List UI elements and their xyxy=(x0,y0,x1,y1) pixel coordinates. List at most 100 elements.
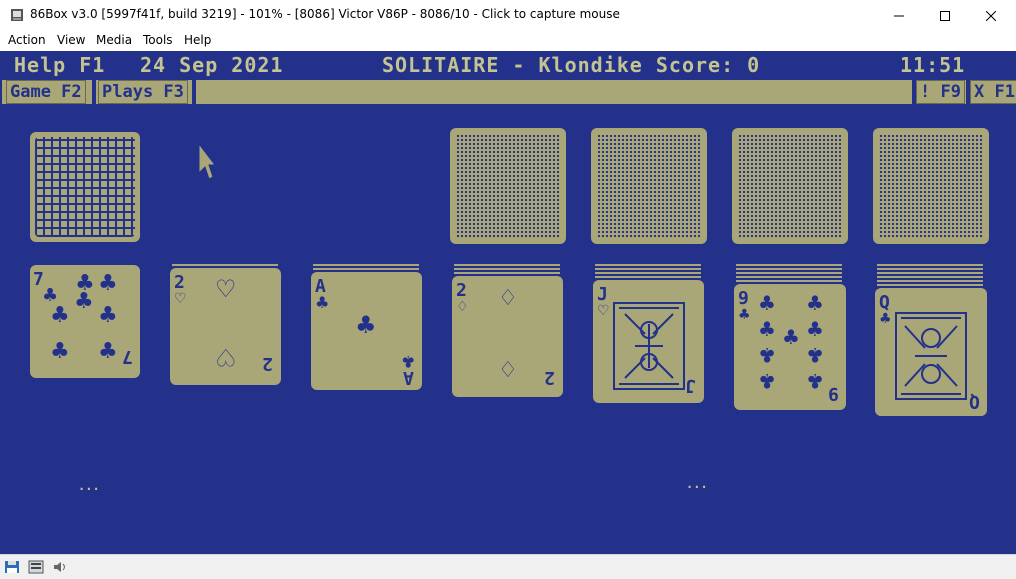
stack-edge xyxy=(877,268,983,270)
club-icon: ♣ xyxy=(355,311,377,339)
stack-edge xyxy=(595,276,701,278)
foundation-pile-1[interactable] xyxy=(450,128,566,244)
foundation-pile-3[interactable] xyxy=(732,128,848,244)
club-icon: ♣ xyxy=(758,317,776,341)
stack-edge xyxy=(736,280,842,282)
tableau-card-4[interactable]: 2 ♢ ♢ ♢ 2 xyxy=(452,276,563,397)
club-icon: ♣ xyxy=(879,311,892,327)
card-rank: A xyxy=(403,367,414,388)
hint-button[interactable]: ! F9 xyxy=(916,80,965,104)
foundation-pile-2[interactable] xyxy=(591,128,707,244)
stack-edge xyxy=(454,264,560,266)
club-icon: ♣ xyxy=(758,369,776,393)
dots-mark-right: ... xyxy=(686,477,708,491)
stack-edge xyxy=(313,268,419,270)
card-rank: 2 xyxy=(262,353,273,374)
stack-edge xyxy=(595,268,701,270)
club-icon: ♣ xyxy=(50,303,70,328)
club-icon: ♣ xyxy=(806,291,824,315)
tableau-card-2[interactable]: 2 ♡ ♡ ♡ 2 xyxy=(170,268,281,385)
diamond-icon: ♢ xyxy=(456,299,469,315)
card-rank: Q xyxy=(969,391,980,412)
stack-edge xyxy=(454,268,560,270)
stack-edge xyxy=(595,264,701,266)
menu-tools[interactable]: Tools xyxy=(143,33,173,47)
plays-menu-button[interactable]: Plays F3 xyxy=(98,80,188,104)
solitaire-toolbar: Game F2 Plays F3 ! F9 X F10 xyxy=(2,80,1016,104)
clock-label: 11:51 xyxy=(900,53,966,77)
tableau-card-1[interactable]: 7 ♣ ♣ ♣ ♣ ♣ ♣ ♣ ♣ 7 xyxy=(30,265,140,378)
card-rank: J xyxy=(685,375,696,396)
card-back-pattern xyxy=(35,137,135,237)
tableau-card-3[interactable]: A ♣ ♣ ♣ A xyxy=(311,272,422,390)
stack-edge xyxy=(454,272,560,274)
heart-icon: ♡ xyxy=(215,343,237,371)
network-icon[interactable] xyxy=(28,560,44,574)
stack-edge xyxy=(313,264,419,266)
stock-pile[interactable] xyxy=(30,132,140,242)
club-icon: ♣ xyxy=(806,369,824,393)
club-icon: ♣ xyxy=(806,317,824,341)
jack-face-picture xyxy=(613,302,685,390)
stack-edge xyxy=(736,264,842,266)
menu-bar: Action View Media Tools Help xyxy=(0,31,1016,52)
stack-edge xyxy=(877,272,983,274)
diamond-icon: ♢ xyxy=(498,286,518,311)
club-icon: ♣ xyxy=(74,289,94,314)
stack-edge xyxy=(877,264,983,266)
window-title: 86Box v3.0 [5997f41f, build 3219] - 101%… xyxy=(30,7,620,21)
menu-view[interactable]: View xyxy=(57,33,85,47)
stack-edge xyxy=(595,272,701,274)
exit-button[interactable]: X F10 xyxy=(970,80,1016,104)
tableau-card-5[interactable]: J ♡ J xyxy=(593,280,704,403)
help-label[interactable]: Help F1 xyxy=(14,53,105,77)
close-button[interactable] xyxy=(968,0,1014,31)
stack-edge xyxy=(736,276,842,278)
heart-icon: ♡ xyxy=(597,303,610,319)
menu-help[interactable]: Help xyxy=(184,33,211,47)
mouse-cursor-icon xyxy=(198,143,216,180)
maximize-button[interactable] xyxy=(922,0,968,31)
card-rank: 2 xyxy=(544,367,555,388)
club-icon: ♣ xyxy=(98,303,118,328)
dots-mark-left: ... xyxy=(78,479,100,493)
stack-edge xyxy=(877,276,983,278)
heart-icon: ♡ xyxy=(174,291,187,307)
minimize-icon xyxy=(894,15,904,16)
stack-edge xyxy=(877,284,983,286)
queen-face-picture xyxy=(895,312,967,400)
club-icon: ♣ xyxy=(782,325,800,349)
club-icon: ♣ xyxy=(98,271,118,296)
stack-edge xyxy=(736,268,842,270)
floppy-icon[interactable] xyxy=(4,560,20,574)
maximize-icon xyxy=(940,10,950,21)
stack-edge xyxy=(736,272,842,274)
game-menu-button[interactable]: Game F2 xyxy=(6,80,86,104)
date-label: 24 Sep 2021 xyxy=(140,53,284,77)
minimize-button[interactable] xyxy=(876,0,922,31)
heart-icon: ♡ xyxy=(215,275,237,303)
card-rank: 9 xyxy=(828,383,839,404)
club-icon: ♣ xyxy=(50,339,70,364)
game-title: SOLITAIRE - Klondike Score: 0 xyxy=(382,53,761,77)
emulator-statusbar xyxy=(0,554,1016,579)
card-rank: 7 xyxy=(122,346,133,367)
menu-media[interactable]: Media xyxy=(96,33,132,47)
club-icon: ♣ xyxy=(806,343,824,367)
app-icon xyxy=(11,9,23,21)
stack-edge xyxy=(877,280,983,282)
emulator-screen[interactable]: Help F1 24 Sep 2021 SOLITAIRE - Klondike… xyxy=(0,51,1016,554)
tableau-card-6[interactable]: 9 ♣ ♣ ♣ ♣ ♣ ♣ ♣ ♣ ♣ ♣ 9 xyxy=(734,284,846,410)
tableau-card-7[interactable]: Q ♣ Q xyxy=(875,288,987,416)
menu-action[interactable]: Action xyxy=(8,33,46,47)
club-icon: ♣ xyxy=(738,307,751,323)
window-titlebar: 86Box v3.0 [5997f41f, build 3219] - 101%… xyxy=(0,0,1016,31)
close-icon xyxy=(986,10,996,21)
club-icon: ♣ xyxy=(758,343,776,367)
diamond-icon: ♢ xyxy=(498,358,518,383)
club-icon: ♣ xyxy=(98,339,118,364)
stack-edge xyxy=(172,264,278,266)
foundation-pile-4[interactable] xyxy=(873,128,989,244)
sound-icon[interactable] xyxy=(52,560,68,574)
club-icon: ♣ xyxy=(315,293,330,312)
